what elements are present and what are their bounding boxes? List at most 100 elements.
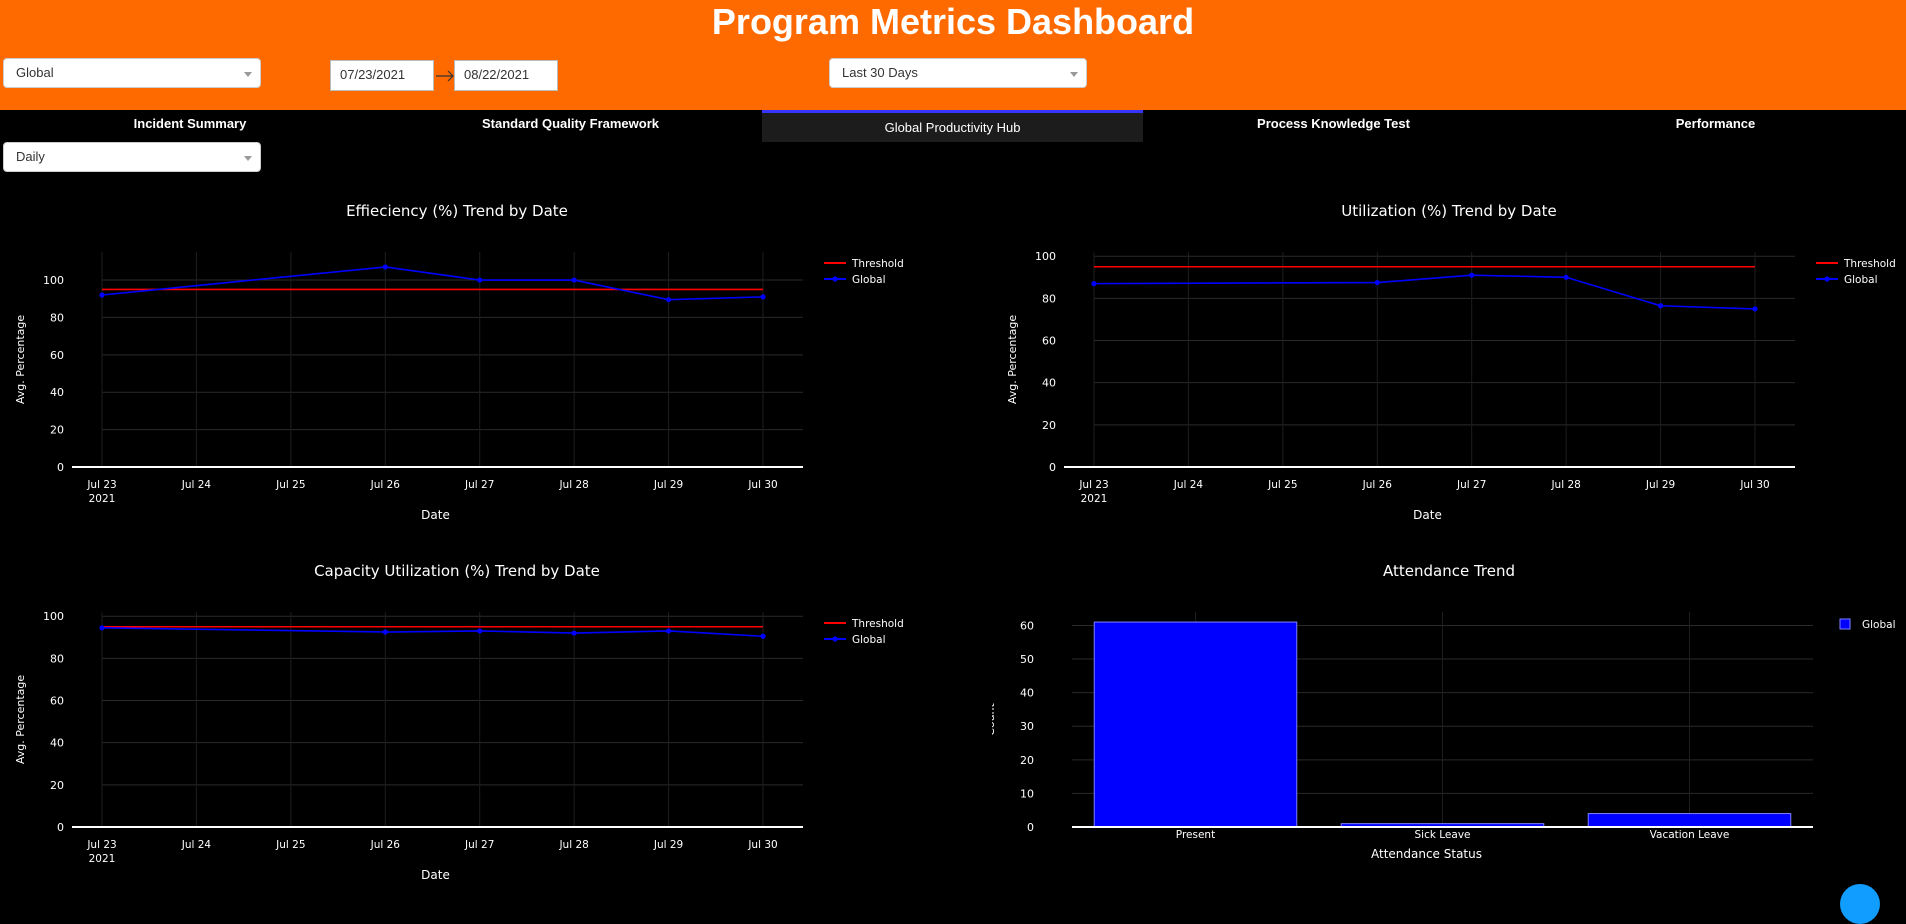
series-line-global bbox=[1093, 274, 1756, 310]
y-tick-label: 80 bbox=[50, 311, 64, 324]
legend-label: Threshold bbox=[851, 258, 904, 270]
help-button[interactable] bbox=[1840, 884, 1880, 924]
period-dropdown[interactable]: Last 30 Days bbox=[829, 58, 1087, 88]
x-tick-label: Sick Leave bbox=[1414, 829, 1470, 841]
legend-swatch bbox=[1839, 618, 1851, 630]
x-axis-title: Date bbox=[421, 508, 450, 522]
legend-marker bbox=[832, 276, 838, 282]
y-tick-label: 100 bbox=[43, 610, 64, 623]
chevron-down-icon bbox=[244, 72, 252, 77]
bar-vacation-leave bbox=[1587, 813, 1792, 828]
data-point bbox=[477, 628, 483, 634]
period-dropdown-value: Last 30 Days bbox=[842, 65, 918, 80]
data-point bbox=[760, 294, 766, 300]
legend-marker bbox=[832, 636, 838, 642]
x-tick-label: Jul 30 bbox=[1739, 479, 1769, 491]
y-tick-label: 50 bbox=[1020, 653, 1034, 666]
y-tick-label: 40 bbox=[1020, 687, 1034, 700]
chevron-down-icon bbox=[1070, 72, 1078, 77]
efficiency-chart-title: Effieciency (%) Trend by Date bbox=[346, 202, 568, 220]
utilization-trend-chart: 0 20 40 60 80 100 Avg. Percentage Jul 23 Jul 24 J… bbox=[1006, 250, 1896, 522]
tab-incident-summary[interactable]: Incident Summary bbox=[0, 110, 380, 142]
y-tick-label: 80 bbox=[1042, 292, 1056, 305]
series-line-global bbox=[101, 627, 764, 638]
y-tick-label: 60 bbox=[50, 695, 64, 708]
data-point bbox=[1091, 281, 1097, 287]
y-tick-label: 20 bbox=[50, 424, 64, 437]
x-tick-label: Jul 28 bbox=[1550, 479, 1580, 491]
data-point bbox=[665, 297, 672, 303]
data-point bbox=[477, 277, 483, 283]
capacity-utilization-trend-chart: 0 20 40 60 80 100 Avg. Percentage Jul 23 Jul 24 J… bbox=[14, 610, 904, 882]
data-point bbox=[571, 277, 577, 283]
x-tick-label: Jul 26 bbox=[1362, 479, 1393, 491]
x-tick-label: Jul 24 bbox=[181, 479, 212, 491]
y-tick-label: 60 bbox=[50, 349, 64, 362]
x-tick-label: Jul 25 bbox=[275, 479, 305, 491]
x-tick-label: Jul 25 bbox=[275, 839, 305, 851]
end-date-input[interactable]: 08/22/2021 bbox=[454, 60, 558, 91]
y-tick-label: 100 bbox=[1035, 250, 1056, 263]
legend-label: Global bbox=[1862, 619, 1896, 631]
start-date-input[interactable]: 07/23/2021 bbox=[330, 60, 434, 91]
tab-global-productivity-hub[interactable]: Global Productivity Hub bbox=[762, 110, 1143, 142]
y-tick-label: 30 bbox=[1020, 720, 1034, 733]
attendance-trend-chart: 0 10 20 30 40 50 60 Count Present Sick Leave Vacat… bbox=[992, 612, 1896, 861]
x-tick-label: Jul 23 bbox=[1078, 479, 1108, 491]
attendance-chart-title: Attendance Trend bbox=[1382, 562, 1515, 580]
y-tick-label: 80 bbox=[50, 652, 64, 665]
utilization-chart-title: Utilization (%) Trend by Date bbox=[1341, 202, 1557, 220]
legend-label: Global bbox=[1844, 274, 1878, 286]
legend-label: Threshold bbox=[851, 618, 904, 630]
x-tick-label: Jul 30 bbox=[747, 839, 777, 851]
legend-label: Threshold bbox=[1843, 258, 1896, 270]
y-tick-label: 20 bbox=[1020, 754, 1034, 767]
granularity-dropdown-value: Daily bbox=[16, 149, 45, 164]
x-tick-label: Jul 30 bbox=[747, 479, 777, 491]
x-tick-year-label: 2021 bbox=[1081, 493, 1108, 505]
y-tick-label: 0 bbox=[57, 821, 64, 834]
legend-label: Global bbox=[852, 634, 886, 646]
data-point bbox=[99, 625, 105, 631]
x-tick-label: Jul 27 bbox=[464, 479, 494, 491]
tab-process-knowledge-test[interactable]: Process Knowledge Test bbox=[1143, 110, 1524, 142]
x-tick-label: Jul 28 bbox=[558, 479, 588, 491]
data-point bbox=[99, 292, 105, 298]
x-tick-label: Jul 26 bbox=[370, 479, 401, 491]
y-tick-label: 0 bbox=[1027, 821, 1034, 834]
series-line-global bbox=[101, 266, 764, 301]
x-tick-label: Jul 23 bbox=[86, 839, 116, 851]
y-axis-title: Avg. Percentage bbox=[1006, 315, 1019, 404]
data-point bbox=[382, 264, 388, 270]
x-tick-label: Jul 25 bbox=[1267, 479, 1297, 491]
data-point bbox=[1657, 303, 1664, 309]
legend-marker bbox=[1824, 276, 1830, 282]
x-tick-year-label: 2021 bbox=[89, 853, 116, 865]
x-tick-label: Jul 24 bbox=[181, 839, 212, 851]
region-dropdown[interactable]: Global bbox=[3, 58, 261, 88]
legend-label: Global bbox=[852, 274, 886, 286]
y-tick-label: 40 bbox=[50, 737, 64, 750]
x-axis-title: Date bbox=[1413, 508, 1442, 522]
granularity-dropdown[interactable]: Daily bbox=[3, 142, 261, 172]
data-point bbox=[665, 628, 672, 634]
x-tick-label: Jul 27 bbox=[464, 839, 494, 851]
y-axis-title: Avg. Percentage bbox=[14, 675, 27, 764]
tab-performance[interactable]: Performance bbox=[1525, 110, 1906, 142]
x-axis-title: Attendance Status bbox=[1371, 847, 1482, 861]
y-axis-title: Avg. Percentage bbox=[14, 315, 27, 404]
y-axis-title: Count bbox=[992, 702, 997, 735]
y-tick-label: 10 bbox=[1020, 787, 1034, 800]
capacity-chart-title: Capacity Utilization (%) Trend by Date bbox=[314, 562, 600, 580]
x-tick-year-label: 2021 bbox=[89, 493, 116, 505]
tab-bar: Incident Summary Standard Quality Framew… bbox=[0, 110, 1906, 142]
tab-standard-quality-framework[interactable]: Standard Quality Framework bbox=[380, 110, 761, 142]
data-point bbox=[1374, 279, 1380, 286]
data-point bbox=[571, 630, 577, 636]
y-tick-label: 100 bbox=[43, 274, 64, 287]
chevron-down-icon bbox=[244, 156, 252, 161]
y-tick-label: 20 bbox=[1042, 419, 1056, 432]
data-point bbox=[382, 629, 388, 635]
x-axis-title: Date bbox=[421, 868, 450, 882]
data-point bbox=[760, 633, 766, 639]
